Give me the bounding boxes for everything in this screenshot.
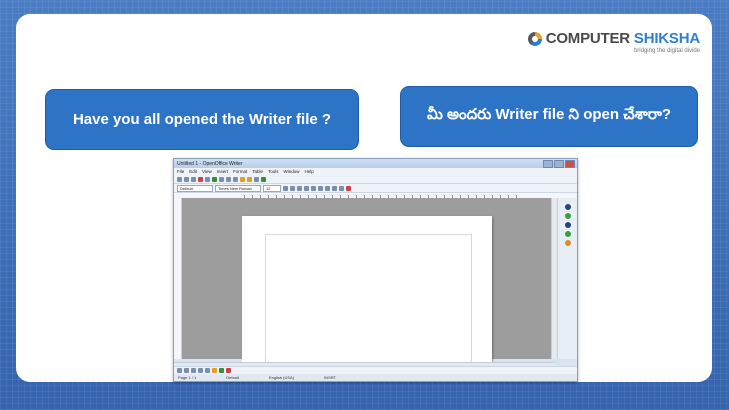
writer-screenshot: Untitled 1 - OpenOffice Writer File Edit…: [173, 158, 578, 382]
drawing-toolbar: [174, 366, 577, 374]
text-icon: [205, 368, 210, 373]
document-page: [242, 216, 492, 367]
maximize-icon: [554, 160, 564, 168]
menu-view: View: [202, 169, 212, 174]
menu-window: Window: [283, 169, 300, 174]
styles-icon: [564, 213, 571, 219]
logo-tagline: bridging the digital divide: [633, 48, 700, 54]
justify-icon: [325, 185, 330, 191]
size-select: 12: [263, 184, 281, 192]
bold-icon: [283, 185, 288, 191]
menu-format: Format: [232, 169, 248, 174]
table-icon: [254, 176, 259, 182]
menu-help: Help: [304, 169, 314, 174]
logo-word2: SHIKSHA: [633, 30, 700, 47]
select-icon: [177, 368, 182, 373]
align-right-icon: [318, 185, 323, 191]
image-icon: [226, 368, 231, 373]
navigator-sidebar-icon: [564, 231, 571, 237]
new-doc-icon: [177, 176, 182, 182]
status-language: English (USA): [268, 375, 295, 380]
minimize-icon: [543, 160, 553, 168]
menu-insert: Insert: [216, 169, 228, 174]
align-center-icon: [311, 185, 316, 191]
cut-icon: [219, 176, 224, 182]
open-icon: [184, 176, 189, 182]
menu-file: File: [177, 169, 185, 174]
menu-table: Table: [252, 169, 264, 174]
redo-icon: [247, 176, 252, 182]
fontwork-icon: [219, 368, 224, 373]
functions-icon: [564, 240, 571, 246]
font-color-icon: [346, 185, 351, 191]
menu-tools: Tools: [268, 169, 279, 174]
document-workarea: [174, 198, 556, 367]
italic-icon: [290, 185, 295, 191]
standard-toolbar: [174, 175, 577, 184]
bullets-icon: [339, 185, 344, 191]
menu-edit: Edit: [189, 169, 198, 174]
question-english: Have you all opened the Writer file ?: [45, 89, 359, 150]
spellcheck-icon: [212, 176, 217, 182]
writer-statusbar: Page 1 / 1 Default English (USA) INSRT: [174, 374, 577, 381]
writer-sidebar: [557, 198, 577, 359]
status-style: Default: [226, 375, 239, 380]
style-select: Default: [177, 184, 213, 192]
close-icon: [565, 160, 575, 168]
vertical-ruler: [174, 198, 182, 359]
paste-icon: [233, 176, 238, 182]
properties-icon: [564, 204, 571, 210]
slide-card: COMPUTER SHIKSHA bridging the digital di…: [16, 14, 712, 382]
status-page: Page 1 / 1: [178, 375, 197, 380]
copy-icon: [226, 176, 231, 182]
status-mode: INSRT: [324, 375, 336, 380]
line-icon: [184, 368, 189, 373]
writer-menubar: File Edit View Insert Format Table Tools…: [174, 168, 577, 175]
text-area-boundary: [265, 234, 472, 367]
writer-title: Untitled 1 - OpenOffice Writer: [177, 160, 243, 167]
logo-mark-icon: [527, 31, 542, 46]
print-icon: [205, 176, 210, 182]
computer-shiksha-logo: COMPUTER SHIKSHA bridging the digital di…: [527, 30, 701, 54]
pdf-icon: [198, 176, 203, 182]
logo-text: COMPUTER SHIKSHA: [545, 30, 701, 47]
align-left-icon: [304, 185, 309, 191]
navigator-icon: [261, 176, 266, 182]
save-icon: [191, 176, 196, 182]
font-select: Times New Roman: [215, 184, 261, 192]
rectangle-icon: [191, 368, 196, 373]
shapes-icon: [212, 368, 217, 373]
logo-word1: COMPUTER: [545, 30, 630, 47]
underline-icon: [297, 185, 302, 191]
gallery-icon: [564, 222, 571, 228]
ellipse-icon: [198, 368, 203, 373]
undo-icon: [240, 176, 245, 182]
numbering-icon: [332, 185, 337, 191]
writer-titlebar: Untitled 1 - OpenOffice Writer: [174, 159, 577, 168]
question-telugu: మీ అందరు Writer file ని open చేశారా?: [400, 86, 698, 147]
formatting-toolbar: Default Times New Roman 12: [174, 184, 577, 193]
